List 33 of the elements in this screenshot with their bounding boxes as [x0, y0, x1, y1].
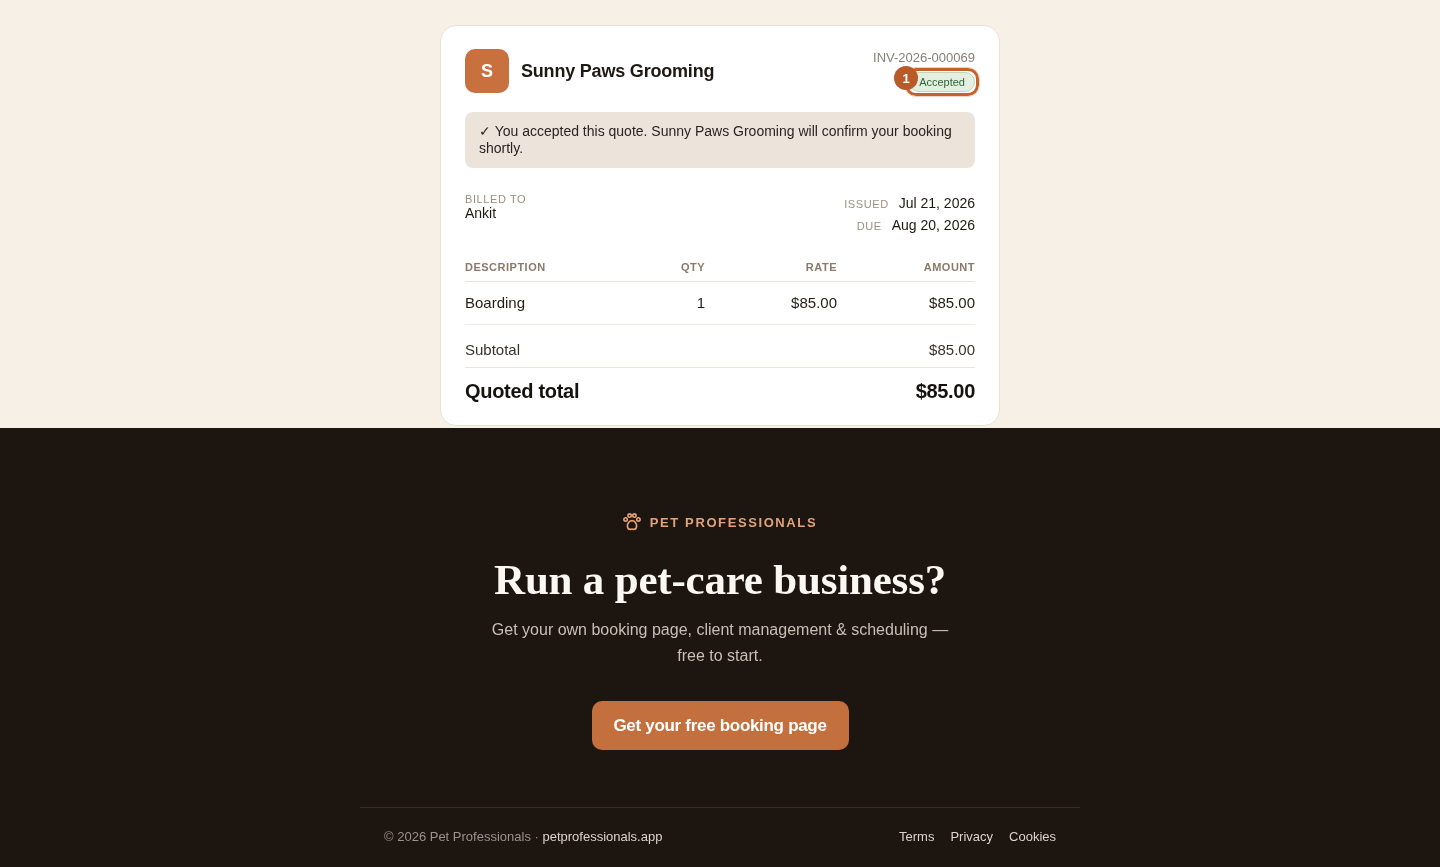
total-value: $85.00 [915, 380, 975, 403]
table-cell-text: $85.00 [790, 294, 837, 312]
table-cell-text: Boarding [465, 294, 527, 312]
business-name: Sunny Paws Grooming [521, 60, 715, 82]
total-value: $85.00 [929, 341, 975, 359]
business-logo: S [465, 49, 509, 93]
quote-number: INV-2026-000069 [873, 50, 975, 65]
table-cell-text: $85.00 [928, 294, 975, 312]
brand-eyebrow: PET PROFESSIONALS [649, 514, 818, 530]
footer-link[interactable]: Terms [899, 827, 935, 847]
site-link[interactable]: petprofessionals.app [542, 829, 663, 844]
copyright-text: © 2026 Pet Professionals · petprofessionals.app [384, 828, 663, 846]
total-label: Quoted total [465, 380, 580, 403]
date-label: DUE [856, 220, 882, 232]
column-header: RATE [804, 261, 837, 273]
column-header: DESCRIPTION [465, 261, 547, 273]
client-name: Ankit [465, 205, 498, 222]
number-marker: 1 [894, 66, 919, 90]
date-value: Jul 21, 2026 [898, 195, 975, 212]
promo-heading: Run a pet-care business? [494, 556, 946, 604]
column-header: QTY [679, 261, 705, 273]
billed-to-label: BILLED TO [465, 193, 527, 205]
promo-text: Get your own booking page, client management & scheduling — free to start. [490, 620, 950, 666]
accepted-notice: ✓ You accepted this quote. Sunny Paws Grooming will confirm your booking shortly. [465, 112, 975, 168]
booking-page-button[interactable]: Get your free booking page [591, 701, 849, 750]
date-value: Aug 20, 2026 [891, 217, 975, 234]
date-label: ISSUED [844, 198, 889, 210]
column-header: AMOUNT [922, 261, 975, 273]
total-label: Subtotal [465, 341, 521, 359]
footer-link[interactable]: Cookies [1009, 827, 1056, 847]
table-cell-text: 1 [695, 294, 705, 312]
footer-link[interactable]: Privacy [950, 827, 994, 847]
paw-icon [622, 513, 641, 531]
